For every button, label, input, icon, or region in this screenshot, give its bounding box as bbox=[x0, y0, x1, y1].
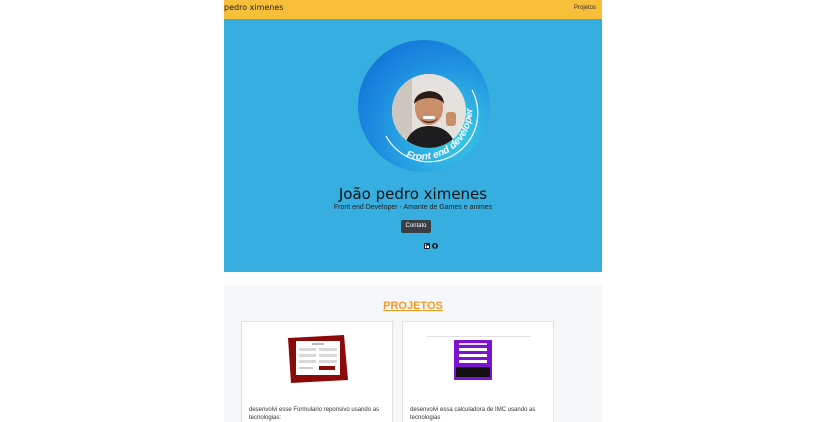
svg-text:Front end developer: Front end developer bbox=[405, 107, 475, 163]
hero-section: Front end developer João pedro ximenes F… bbox=[224, 19, 602, 272]
avatar-ring: Front end developer bbox=[358, 40, 490, 172]
ring-text-arc: Front end developer bbox=[385, 89, 479, 163]
contact-button[interactable]: Contato bbox=[401, 220, 431, 233]
project-card-imc[interactable]: desenvolvi essa calculadora de IMC usand… bbox=[402, 321, 554, 422]
hero-subtitle: Front end Developer - Amante de Games e … bbox=[333, 204, 493, 211]
nav-link-projetos[interactable]: Projetos bbox=[574, 5, 596, 11]
project-card-form[interactable]: desenvolvi esse Formulario reponsivo usa… bbox=[241, 321, 393, 422]
project-thumbnail-imc bbox=[427, 336, 531, 380]
project-thumbnail-form bbox=[288, 335, 348, 383]
ring-text: Front end developer bbox=[405, 107, 475, 163]
github-icon[interactable] bbox=[432, 243, 438, 249]
projects-section: PROJETOS desenvolvi esse Formulario repo… bbox=[224, 285, 602, 422]
page: pedro ximenes Projetos Front end develop… bbox=[224, 0, 602, 422]
project-card-text: desenvolvi esse Formulario reponsivo usa… bbox=[249, 407, 380, 421]
navbar: pedro ximenes Projetos bbox=[224, 0, 602, 19]
hero-name: João pedro ximenes bbox=[338, 185, 488, 203]
navbar-brand[interactable]: pedro ximenes bbox=[224, 3, 283, 12]
project-card-text: desenvolvi essa calculadora de IMC usand… bbox=[410, 407, 536, 421]
projects-title: PROJETOS bbox=[383, 300, 443, 312]
linkedin-icon[interactable] bbox=[424, 243, 430, 249]
